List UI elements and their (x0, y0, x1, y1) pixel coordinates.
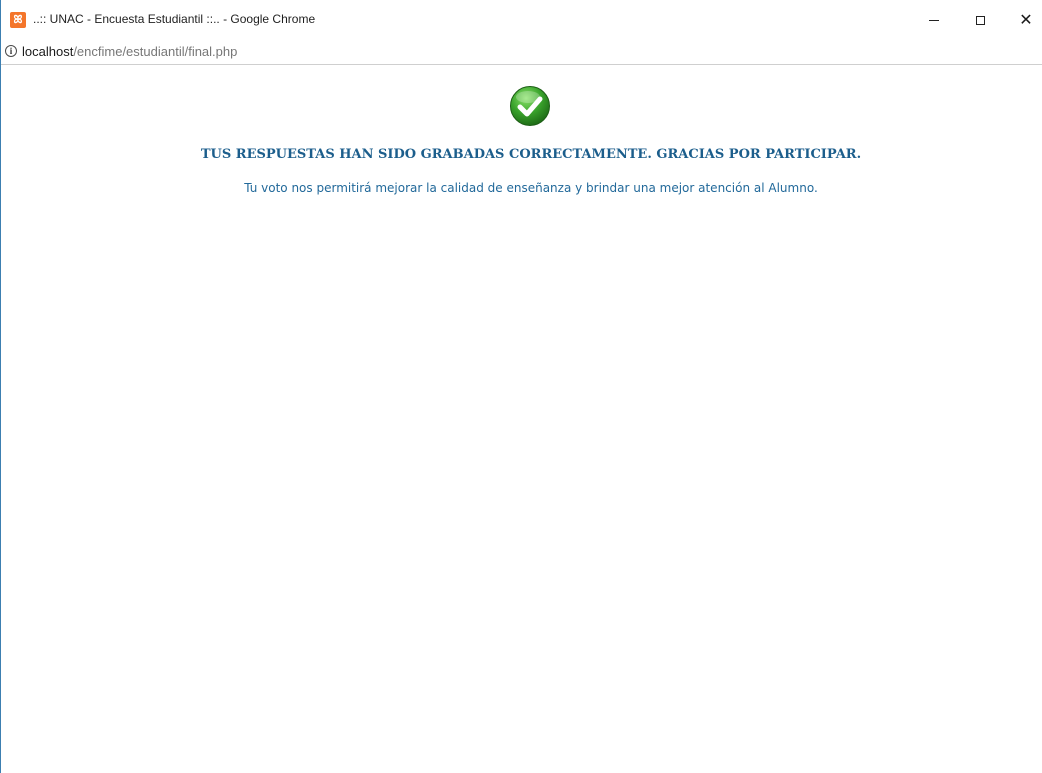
window-title: ..:: UNAC - Encuesta Estudiantil ::.. - … (33, 12, 316, 26)
minimize-icon (929, 19, 939, 21)
browser-window: ꕤ ..:: UNAC - Encuesta Estudiantil ::.. … (0, 0, 1042, 773)
xampp-favicon-icon: ꕤ (10, 12, 26, 28)
check-circle-icon (510, 86, 550, 126)
thank-you-message: Tu voto nos permitirá mejorar la calidad… (244, 181, 818, 195)
maximize-button[interactable] (957, 0, 1003, 40)
minimize-button[interactable] (911, 0, 957, 40)
close-icon: ✕ (1019, 10, 1033, 29)
url-path: /encfime/estudiantil/final.php (73, 44, 238, 59)
url-text[interactable]: localhost/encfime/estudiantil/final.php (22, 44, 237, 59)
address-bar[interactable]: i localhost/encfime/estudiantil/final.ph… (1, 40, 1042, 65)
favicon-glyph: ꕤ (13, 14, 23, 26)
info-glyph: i (9, 46, 13, 56)
page-content: TUS RESPUESTAS HAN SIDO GRABADAS CORRECT… (1, 65, 1042, 773)
site-info-icon[interactable]: i (5, 45, 17, 57)
maximize-icon (975, 15, 985, 25)
url-host: localhost (22, 44, 74, 59)
success-headline: TUS RESPUESTAS HAN SIDO GRABADAS CORRECT… (200, 147, 862, 162)
title-bar[interactable]: ꕤ ..:: UNAC - Encuesta Estudiantil ::.. … (1, 0, 1042, 41)
close-button[interactable]: ✕ (1003, 0, 1042, 40)
